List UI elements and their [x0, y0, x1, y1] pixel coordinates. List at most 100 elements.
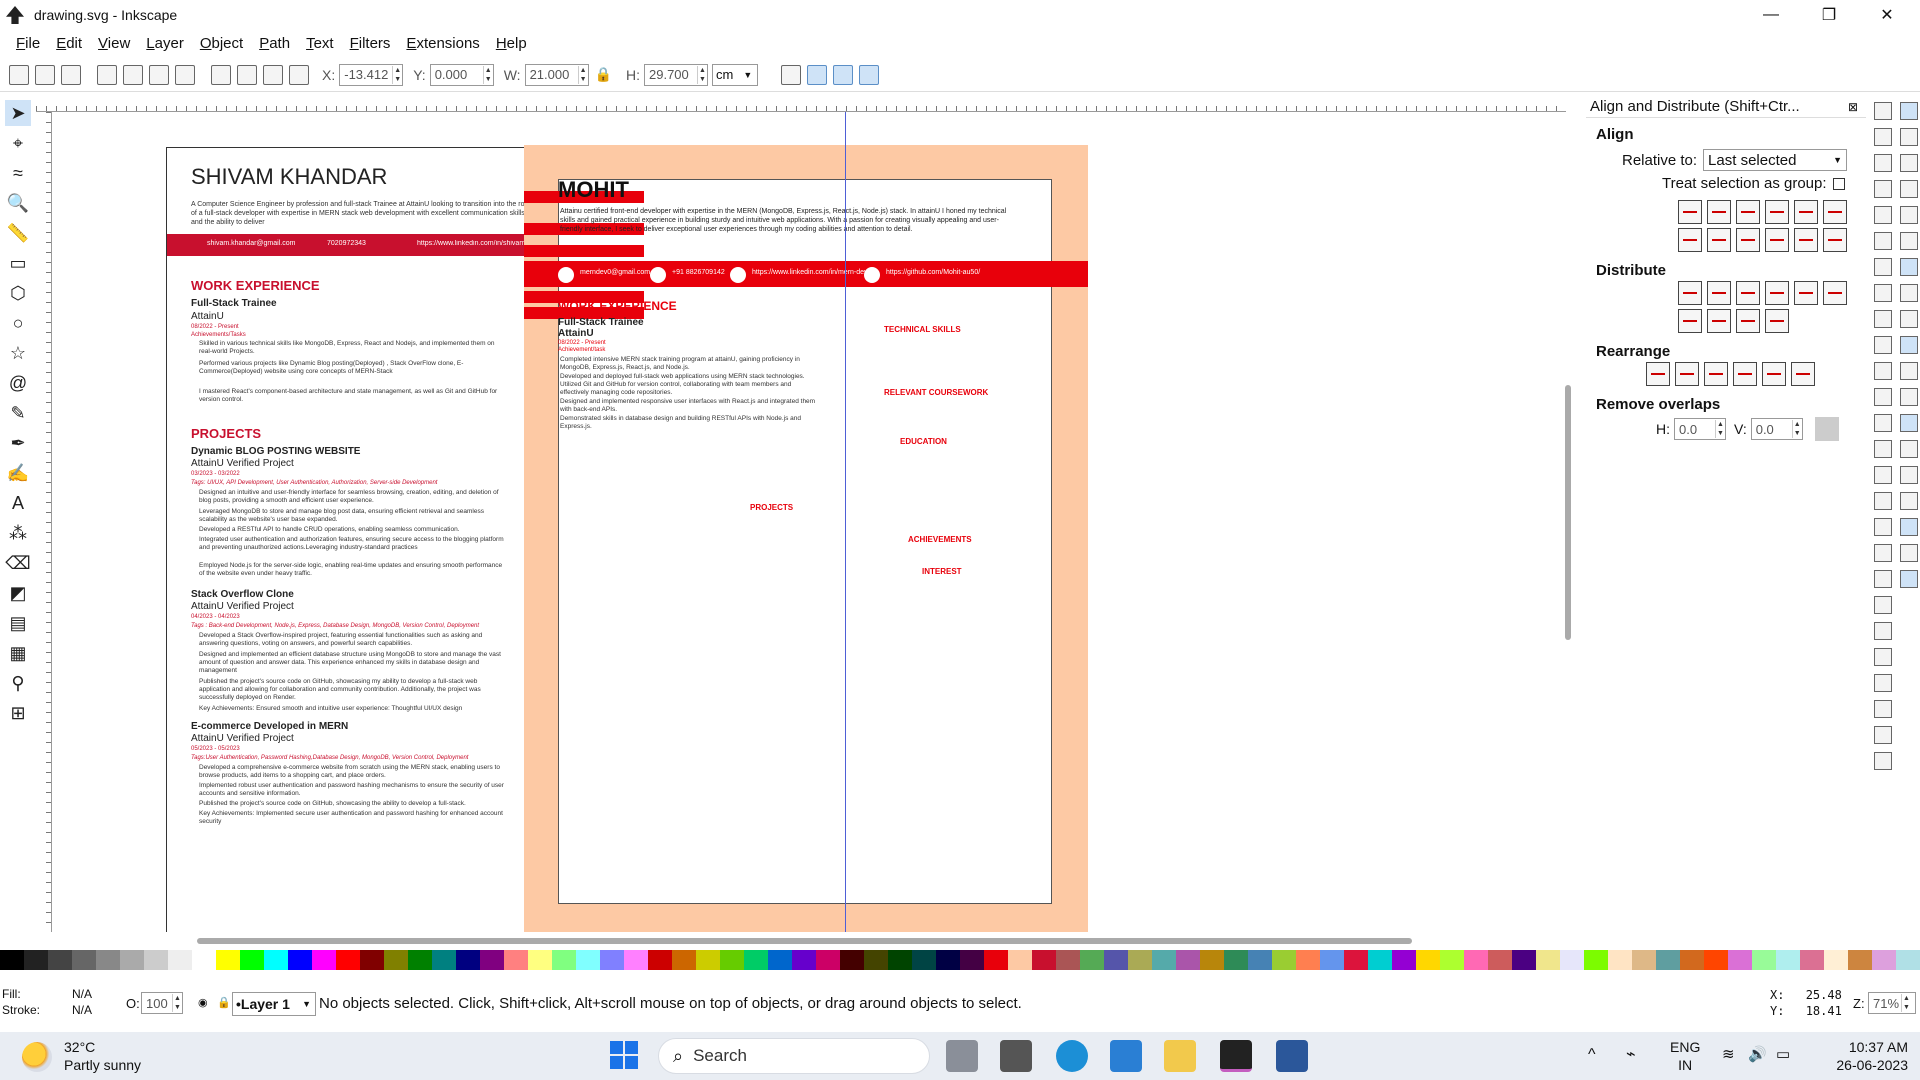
- measure-tool-icon[interactable]: 📏: [5, 220, 31, 246]
- vertical-guide-line[interactable]: [845, 112, 846, 932]
- palette-swatch[interactable]: [1416, 950, 1440, 970]
- palette-swatch[interactable]: [1248, 950, 1272, 970]
- snap-page-border-icon[interactable]: [1900, 518, 1918, 536]
- palette-swatch[interactable]: [672, 950, 696, 970]
- raise-to-top-icon[interactable]: [211, 64, 231, 85]
- snap-intersections-icon[interactable]: [1900, 310, 1918, 328]
- resume-shivam[interactable]: SHIVAM KHANDAR A Computer Science Engine…: [166, 147, 537, 932]
- duplicate-icon[interactable]: [1874, 466, 1892, 484]
- mesh-tool-icon[interactable]: ▦: [5, 640, 31, 666]
- horizontal-scrollbar[interactable]: [197, 938, 1412, 944]
- connector-tool-icon[interactable]: ⊞: [5, 700, 31, 726]
- palette-swatch[interactable]: [1608, 950, 1632, 970]
- canvas[interactable]: SHIVAM KHANDAR A Computer Science Engine…: [52, 112, 1582, 932]
- overlap-h-spin-icon[interactable]: ▲ ▼: [1715, 420, 1725, 438]
- layers-icon[interactable]: [1874, 648, 1892, 666]
- palette-swatch[interactable]: [504, 950, 528, 970]
- resume-mohit[interactable]: MOHIT Attainu certified front-end develo…: [524, 145, 1088, 932]
- flip-horizontal-icon[interactable]: [149, 64, 169, 85]
- w-input[interactable]: [525, 67, 578, 82]
- snap-midpoints-icon[interactable]: [1900, 388, 1918, 406]
- palette-swatch[interactable]: [240, 950, 264, 970]
- x-spin-icon[interactable]: ▲ ▼: [392, 65, 402, 84]
- start-windows-icon[interactable]: [610, 1041, 638, 1069]
- task-view-icon[interactable]: [946, 1040, 978, 1072]
- color-palette[interactable]: [0, 950, 1920, 970]
- palette-swatch[interactable]: [1632, 950, 1656, 970]
- selector-tool-icon[interactable]: ➤: [5, 100, 31, 126]
- exchange-selection-order-icon[interactable]: [1675, 362, 1699, 386]
- h-spin-icon[interactable]: ▲ ▼: [697, 65, 707, 84]
- palette-swatch[interactable]: [456, 950, 480, 970]
- zoom-drawing-icon[interactable]: [1874, 414, 1892, 432]
- pencil-tool-icon[interactable]: ✎: [5, 400, 31, 426]
- menu-view[interactable]: View: [98, 35, 130, 52]
- fill-value[interactable]: N/A: [72, 986, 92, 1002]
- preferences-icon[interactable]: [1874, 752, 1892, 770]
- palette-swatch[interactable]: [1032, 950, 1056, 970]
- node-tool-icon[interactable]: ⌖: [5, 130, 31, 156]
- distribute-bottom-icon[interactable]: [1707, 309, 1731, 333]
- palette-swatch[interactable]: [624, 950, 648, 970]
- palette-swatch[interactable]: [144, 950, 168, 970]
- dock-close-icon[interactable]: ⊠: [1848, 100, 1858, 114]
- weather-temp[interactable]: 32°C: [64, 1038, 141, 1056]
- distribute-right-icon[interactable]: [1736, 281, 1760, 305]
- palette-swatch[interactable]: [1728, 950, 1752, 970]
- distribute-baseline-v-icon[interactable]: [1765, 309, 1789, 333]
- palette-swatch[interactable]: [1104, 950, 1128, 970]
- rectangle-tool-icon[interactable]: ▭: [5, 250, 31, 276]
- xml-editor-icon[interactable]: [1874, 674, 1892, 692]
- palette-swatch[interactable]: [1296, 950, 1320, 970]
- edge-browser-icon[interactable]: [1056, 1040, 1088, 1072]
- overlap-v-input[interactable]: [1751, 421, 1792, 437]
- lang-code[interactable]: ENG: [1670, 1038, 1700, 1056]
- zoom-field[interactable]: ▲▼: [1868, 992, 1916, 1014]
- opacity-input[interactable]: [142, 995, 172, 1011]
- align-bottom-icon[interactable]: [1765, 228, 1789, 252]
- volume-icon[interactable]: 🔊: [1748, 1045, 1767, 1063]
- palette-swatch[interactable]: [936, 950, 960, 970]
- x-input[interactable]: [340, 67, 393, 82]
- weather-icon[interactable]: [22, 1042, 52, 1072]
- h-field[interactable]: ▲▼: [644, 63, 708, 86]
- palette-swatch[interactable]: [120, 950, 144, 970]
- align-bottom-edge-icon[interactable]: [1678, 228, 1702, 252]
- maximize-button[interactable]: ❐: [1800, 0, 1858, 30]
- menu-layer[interactable]: Layer: [146, 35, 184, 52]
- palette-swatch[interactable]: [216, 950, 240, 970]
- align-left-edge-icon[interactable]: [1794, 200, 1818, 224]
- overlap-h-field[interactable]: ▲▼: [1674, 418, 1726, 440]
- distribute-middle-icon[interactable]: [1678, 309, 1702, 333]
- palette-swatch[interactable]: [1368, 950, 1392, 970]
- paste-icon[interactable]: [1874, 362, 1892, 380]
- menu-file[interactable]: File: [16, 35, 40, 52]
- layer-select[interactable]: •Layer 1 ▼: [232, 992, 316, 1016]
- palette-swatch[interactable]: [192, 950, 216, 970]
- exchange-stacking-icon[interactable]: [1704, 362, 1728, 386]
- region-code[interactable]: IN: [1670, 1056, 1700, 1074]
- palette-swatch[interactable]: [552, 950, 576, 970]
- menu-extensions[interactable]: Extensions: [406, 35, 479, 52]
- pen-tool-icon[interactable]: ✒: [5, 430, 31, 456]
- snap-bbox-midpoint-icon[interactable]: [1900, 206, 1918, 224]
- palette-swatch[interactable]: [1080, 950, 1104, 970]
- palette-swatch[interactable]: [792, 950, 816, 970]
- unit-select[interactable]: cm ▼: [712, 63, 758, 86]
- unclump-icon[interactable]: [1791, 362, 1815, 386]
- menu-object[interactable]: Object: [200, 35, 243, 52]
- cut-icon[interactable]: [1874, 336, 1892, 354]
- palette-swatch[interactable]: [432, 950, 456, 970]
- distribute-baseline-h-icon[interactable]: [1794, 281, 1818, 305]
- word-icon[interactable]: [1276, 1040, 1308, 1072]
- zoom-tool-icon[interactable]: 🔍: [5, 190, 31, 216]
- align-baseline-icon[interactable]: [1823, 228, 1847, 252]
- palette-swatch[interactable]: [1536, 950, 1560, 970]
- print-icon[interactable]: [1874, 180, 1892, 198]
- chevron-up-icon[interactable]: ^: [1588, 1046, 1596, 1064]
- calligraphy-tool-icon[interactable]: ✍: [5, 460, 31, 486]
- palette-swatch[interactable]: [1776, 950, 1800, 970]
- network-icon[interactable]: ⌁: [1626, 1044, 1636, 1064]
- palette-swatch[interactable]: [912, 950, 936, 970]
- align-right-icon[interactable]: [1765, 200, 1789, 224]
